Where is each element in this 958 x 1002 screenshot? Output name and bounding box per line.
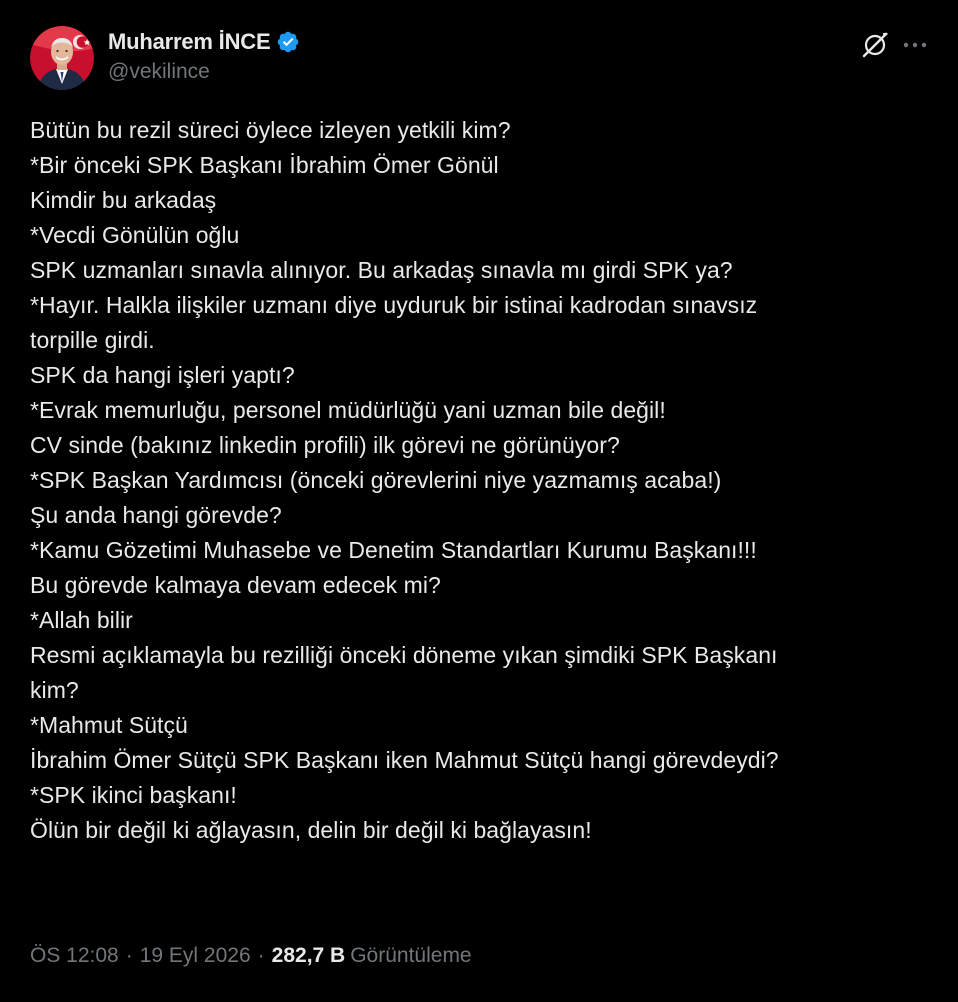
tweet-line: *Bir önceki SPK Başkanı İbrahim Ömer Gön… xyxy=(30,152,499,178)
tweet-line: torpille girdi. xyxy=(30,327,155,353)
grok-icon[interactable] xyxy=(860,30,890,60)
views-label: Görüntüleme xyxy=(350,944,472,967)
author-info: Muharrem İNCE @vekilince xyxy=(108,28,300,84)
tweet-line: SPK uzmanları sınavla alınıyor. Bu arkad… xyxy=(30,257,733,283)
tweet-header: Muharrem İNCE @vekilince xyxy=(30,26,930,92)
tweet-line: Bu görevde kalmaya devam edecek mi? xyxy=(30,572,441,598)
tweet-line: İbrahim Ömer Sütçü SPK Başkanı iken Mahm… xyxy=(30,747,779,773)
tweet-line: Ölün bir değil ki ağlayasın, delin bir d… xyxy=(30,817,592,843)
avatar[interactable] xyxy=(30,26,94,90)
tweet-date[interactable]: 19 Eyl 2026 xyxy=(140,944,251,968)
author-handle[interactable]: @vekilince xyxy=(108,60,300,84)
views-count: 282,7 B xyxy=(271,944,346,967)
tweet-time[interactable]: ÖS 12:08 xyxy=(30,944,119,968)
tweet-line: CV sinde (bakınız linkedin profili) ilk … xyxy=(30,432,620,458)
tweet-line: *Evrak memurluğu, personel müdürlüğü yan… xyxy=(30,397,666,423)
avatar-image xyxy=(30,26,94,90)
display-name: Muharrem İNCE xyxy=(108,29,271,54)
meta-separator: · xyxy=(125,944,133,967)
tweet-line: Resmi açıklamayla bu rezilliği önceki dö… xyxy=(30,642,778,668)
tweet-line: *Vecdi Gönülün oğlu xyxy=(30,222,240,248)
more-horizontal-icon[interactable] xyxy=(900,30,930,60)
tweet-meta: ÖS 12:08 · 19 Eyl 2026 · 282,7 B Görüntü… xyxy=(30,944,472,968)
tweet-line: *Kamu Gözetimi Muhasebe ve Denetim Stand… xyxy=(30,537,757,563)
verified-badge-icon xyxy=(276,30,300,54)
tweet-text: Bütün bu rezil süreci öylece izleyen yet… xyxy=(30,113,935,848)
tweet-line: *Hayır. Halkla ilişkiler uzmanı diye uyd… xyxy=(30,292,758,318)
tweet-line: *SPK Başkan Yardımcısı (önceki görevleri… xyxy=(30,467,722,493)
meta-separator: · xyxy=(257,944,265,967)
display-name-link[interactable]: Muharrem İNCE xyxy=(108,28,300,56)
tweet-line: SPK da hangi işleri yaptı? xyxy=(30,362,295,388)
tweet-line: *Allah bilir xyxy=(30,607,133,633)
tweet-line: kim? xyxy=(30,677,79,703)
tweet-line: Kimdir bu arkadaş xyxy=(30,187,217,213)
tweet-line: *Mahmut Sütçü xyxy=(30,712,188,738)
tweet-line: Şu anda hangi görevde? xyxy=(30,502,282,528)
tweet-line: *SPK ikinci başkanı! xyxy=(30,782,237,808)
tweet-line: Bütün bu rezil süreci öylece izleyen yet… xyxy=(30,117,511,143)
